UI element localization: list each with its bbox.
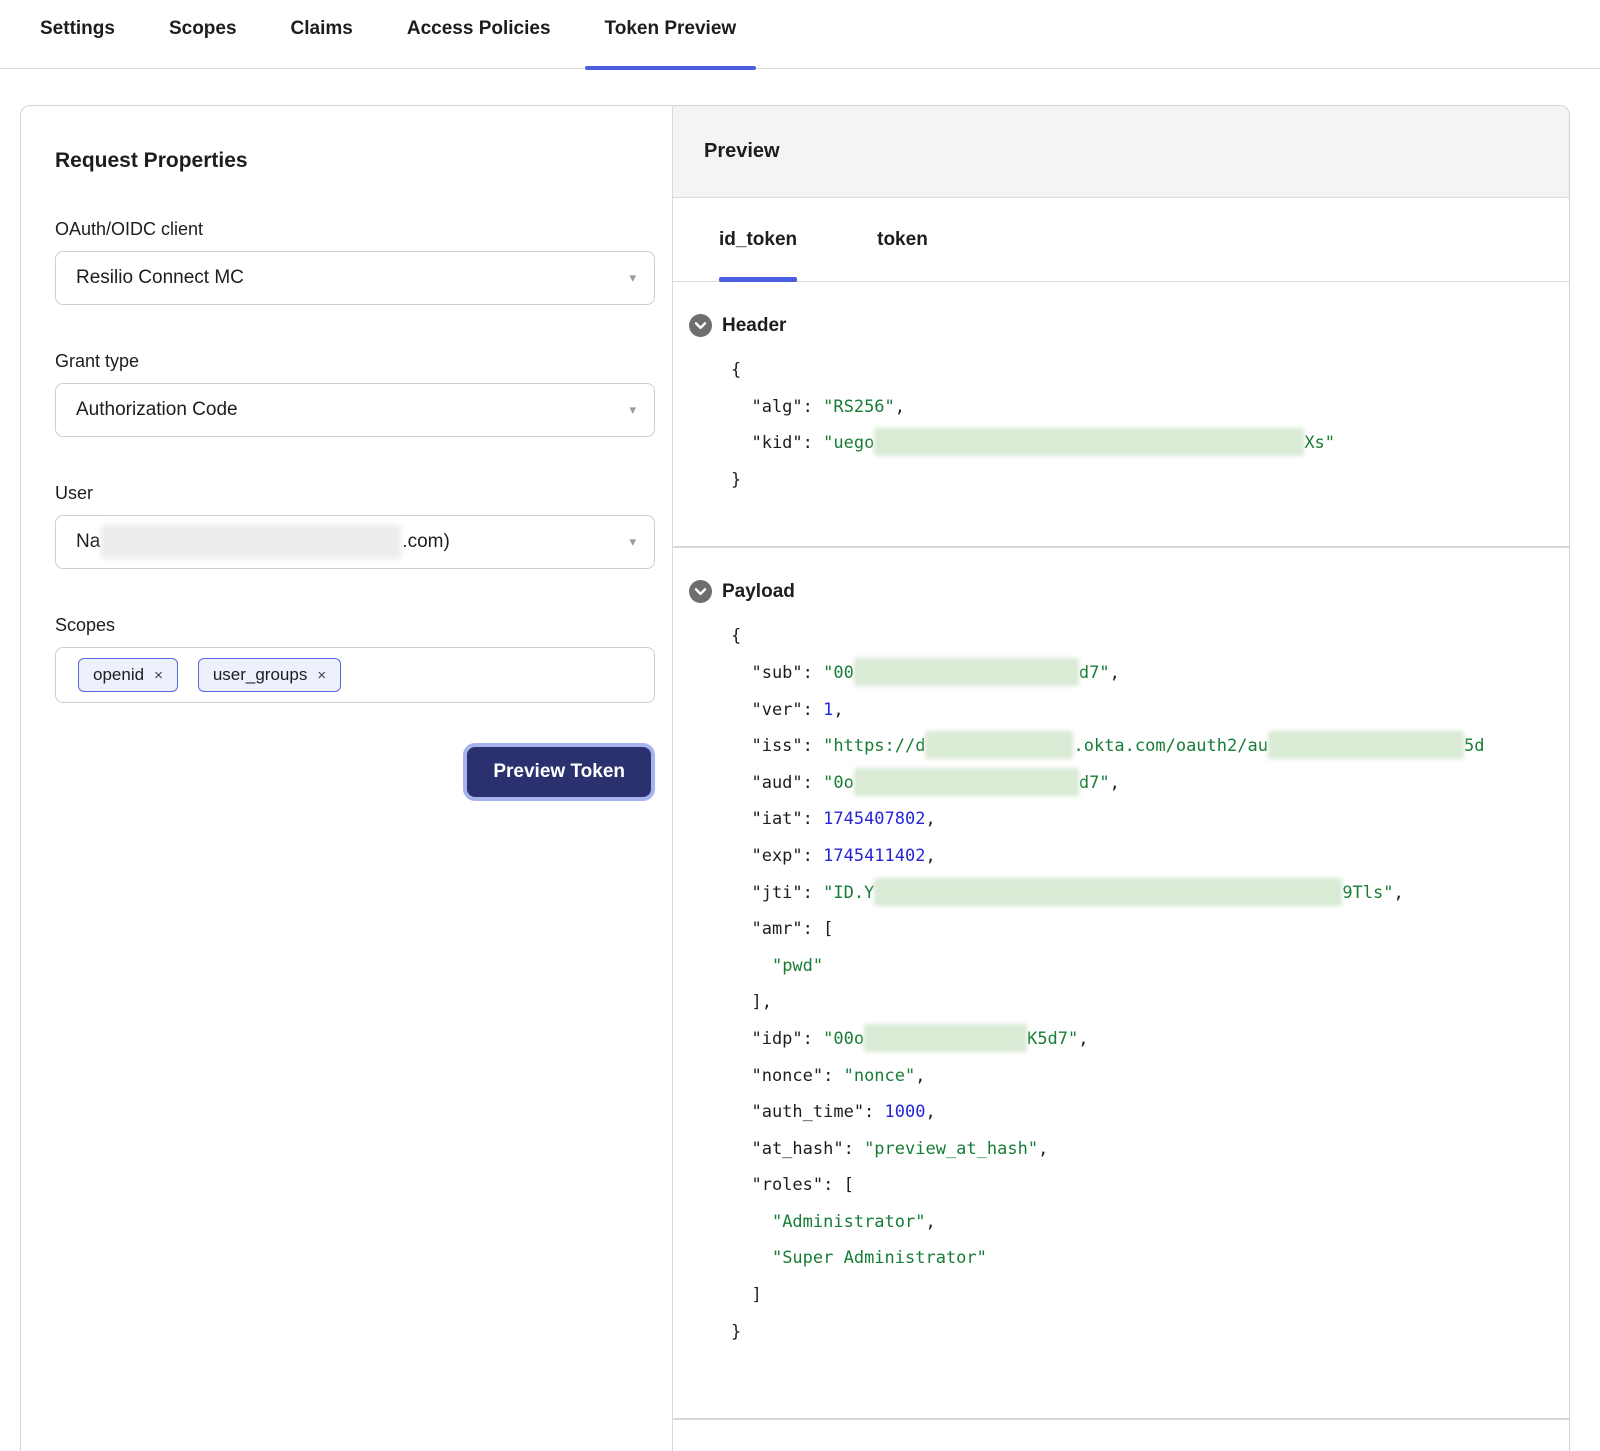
user-select-value: Na.com)	[76, 525, 450, 559]
code-line: "ver": 1,	[731, 692, 1569, 729]
preview-panel: Preview id_token token Header { "alg": "R…	[673, 106, 1569, 1451]
code-line: "sub": "00d7",	[731, 655, 1569, 692]
tab-claims[interactable]: Claims	[271, 18, 373, 68]
scope-chip-user-groups: user_groups ×	[198, 658, 341, 692]
scopes-input[interactable]: openid × user_groups ×	[55, 647, 655, 703]
request-properties-title: Request Properties	[55, 149, 655, 173]
code-line: {	[731, 618, 1569, 655]
remove-scope-icon[interactable]: ×	[317, 668, 326, 683]
code-line: "idp": "00oK5d7",	[731, 1021, 1569, 1058]
client-select-value: Resilio Connect MC	[76, 267, 244, 289]
code-line: "pwd"	[731, 948, 1569, 985]
remove-scope-icon[interactable]: ×	[154, 668, 163, 683]
code-line: "iat": 1745407802,	[731, 801, 1569, 838]
preview-tabs: id_token token	[673, 198, 1569, 282]
redacted-blur	[864, 1024, 1027, 1052]
grant-type-select[interactable]: Authorization Code ▾	[55, 383, 655, 437]
preview-panel-title: Preview	[673, 106, 1569, 198]
redacted-blur	[925, 731, 1073, 759]
code-line: }	[731, 1314, 1569, 1351]
code-line: "nonce": "nonce",	[731, 1058, 1569, 1095]
user-label: User	[55, 483, 655, 504]
tab-scopes[interactable]: Scopes	[149, 18, 257, 68]
code-line: ]	[731, 1277, 1569, 1314]
user-select[interactable]: Na.com) ▾	[55, 515, 655, 569]
json-code: { "alg": "RS256", "kid": "uegoXs"}	[731, 352, 1569, 498]
chevron-down-icon: ▾	[629, 270, 636, 286]
code-line: "iss": "https://d.okta.com/oauth2/au5d	[731, 728, 1569, 765]
code-line: "roles": [	[731, 1167, 1569, 1204]
tab-access-policies[interactable]: Access Policies	[387, 18, 571, 68]
redacted-blur	[101, 525, 401, 559]
client-label: OAuth/OIDC client	[55, 219, 655, 240]
code-line: "auth_time": 1000,	[731, 1094, 1569, 1131]
collapse-chevron-icon[interactable]	[689, 580, 712, 603]
tab-settings[interactable]: Settings	[20, 18, 135, 68]
preview-token-button[interactable]: Preview Token	[467, 747, 651, 797]
code-line: "Administrator",	[731, 1204, 1569, 1241]
client-select[interactable]: Resilio Connect MC ▾	[55, 251, 655, 305]
code-line: "Super Administrator"	[731, 1240, 1569, 1277]
redacted-blur	[854, 768, 1079, 796]
preview-sections: Header { "alg": "RS256", "kid": "uegoXs"}…	[673, 282, 1569, 1420]
scope-chip-label: openid	[93, 665, 144, 685]
json-code: { "sub": "00d7", "ver": 1, "iss": "https…	[731, 618, 1569, 1350]
code-line: "exp": 1745411402,	[731, 838, 1569, 875]
app-tabs: Settings Scopes Claims Access Policies T…	[0, 0, 1600, 69]
code-line: "at_hash": "preview_at_hash",	[731, 1131, 1569, 1168]
request-properties-panel: Request Properties OAuth/OIDC client Res…	[21, 106, 673, 1451]
redacted-blur	[854, 658, 1079, 686]
token-section-header: Header { "alg": "RS256", "kid": "uegoXs"}	[673, 282, 1569, 548]
tab-id-token[interactable]: id_token	[719, 198, 797, 281]
scope-chip-label: user_groups	[213, 665, 308, 685]
code-line: }	[731, 462, 1569, 499]
chevron-down-icon: ▾	[629, 534, 636, 550]
section-title: Payload	[722, 581, 795, 603]
tab-token[interactable]: token	[877, 198, 928, 281]
code-line: ],	[731, 984, 1569, 1021]
scopes-label: Scopes	[55, 615, 655, 636]
chevron-down-icon: ▾	[629, 402, 636, 418]
code-line: "alg": "RS256",	[731, 389, 1569, 426]
code-line: "kid": "uegoXs"	[731, 425, 1569, 462]
scope-chip-openid: openid ×	[78, 658, 178, 692]
collapse-chevron-icon[interactable]	[689, 314, 712, 337]
token-section-payload: Payload { "sub": "00d7", "ver": 1, "iss":…	[673, 548, 1569, 1420]
redacted-blur	[874, 428, 1304, 456]
code-line: "amr": [	[731, 911, 1569, 948]
redacted-blur	[1268, 731, 1464, 759]
section-title: Header	[722, 315, 786, 337]
redacted-blur	[874, 878, 1342, 906]
grant-type-label: Grant type	[55, 351, 655, 372]
tab-token-preview[interactable]: Token Preview	[585, 18, 757, 68]
grant-type-select-value: Authorization Code	[76, 399, 238, 421]
token-preview-card: Request Properties OAuth/OIDC client Res…	[20, 105, 1570, 1451]
code-line: "jti": "ID.Y9Tls",	[731, 875, 1569, 912]
code-line: {	[731, 352, 1569, 389]
code-line: "aud": "0od7",	[731, 765, 1569, 802]
